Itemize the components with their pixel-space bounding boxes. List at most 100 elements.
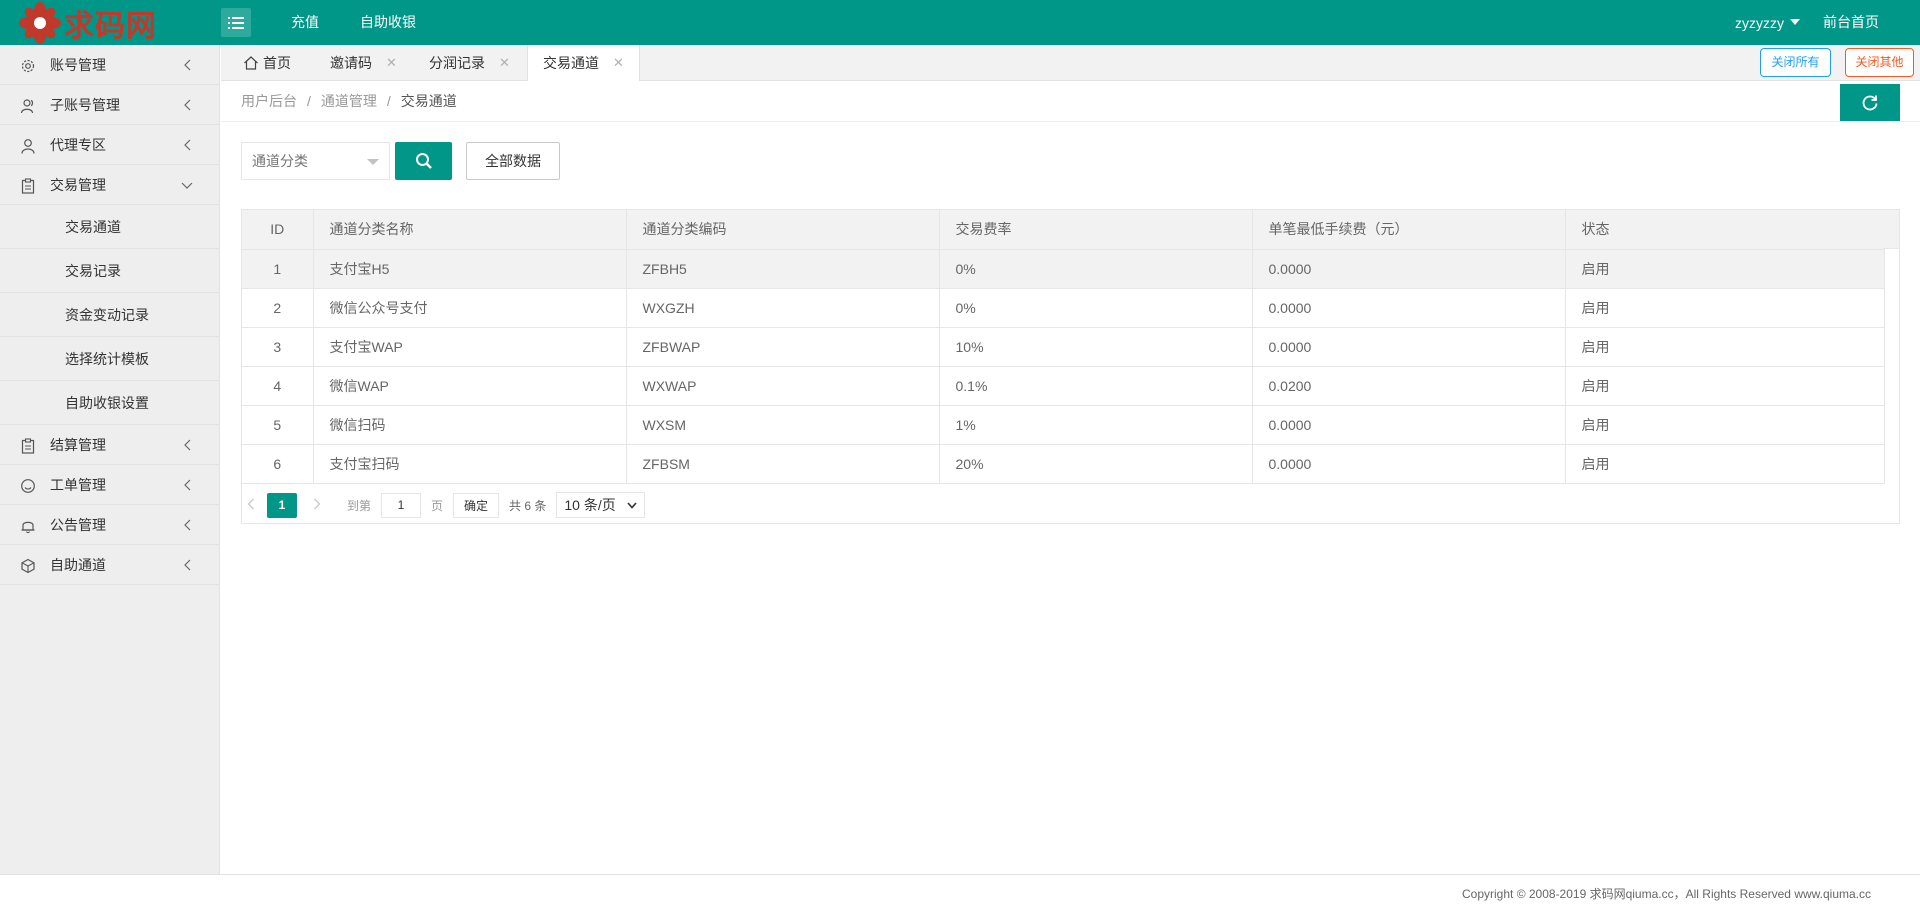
chevron-right-icon [314, 498, 321, 509]
sidebar-item-label: 账号管理 [50, 56, 106, 73]
chevron-left-icon [184, 559, 191, 571]
sidebar-item-notice[interactable]: 公告管理 [0, 505, 219, 545]
column-header[interactable]: 状态 [1565, 210, 1885, 250]
sidebar-subitem-trade-records[interactable]: 交易记录 [0, 249, 219, 293]
tab-profit-records[interactable]: 分润记录 ✕ [429, 45, 510, 81]
table-cell: 1 [242, 249, 314, 289]
copyright-text: Copyright © 2008-2019 求码网qiuma.cc，All Ri… [1462, 887, 1872, 901]
logo[interactable]: 求码网 [18, 0, 157, 45]
close-other-tabs-button[interactable]: 关闭其他 [1845, 48, 1914, 77]
table-cell: 微信公众号支付 [313, 288, 627, 328]
channel-category-select[interactable]: 通道分类 [241, 142, 390, 180]
close-all-tabs-button[interactable]: 关闭所有 [1760, 48, 1831, 77]
close-icon[interactable]: ✕ [499, 45, 510, 81]
caret-down-icon [367, 159, 379, 165]
refresh-icon [1862, 95, 1878, 110]
table-cell: 0.0000 [1252, 405, 1566, 445]
close-icon[interactable]: ✕ [613, 45, 624, 81]
tab-invite-code[interactable]: 邀请码 ✕ [330, 45, 397, 81]
user-menu[interactable]: zyzyzzy [1735, 0, 1800, 45]
table-row[interactable]: 5 微信扫码 WXSM 1% 0.0000 启用 [242, 405, 1885, 445]
menu-toggle-button[interactable] [221, 8, 251, 37]
table-cell: 支付宝扫码 [313, 444, 627, 484]
self-cashier-link[interactable]: 自助收银 [360, 0, 416, 45]
next-page-button[interactable] [307, 498, 327, 513]
sidebar-item-account[interactable]: 账号管理 [0, 45, 219, 85]
page-size-select[interactable]: 10 条/页 [556, 492, 646, 518]
column-header[interactable]: 单笔最低手续费（元） [1252, 210, 1566, 250]
top-header: 求码网 充值 自助收银 zyzyzzy 前台首页 [0, 0, 1920, 45]
select-placeholder: 通道分类 [252, 153, 308, 169]
table-cell: 0% [939, 249, 1253, 289]
tab-label: 分润记录 [429, 55, 485, 71]
page-number-current[interactable]: 1 [267, 492, 297, 518]
sidebar-subitem-fund-changes[interactable]: 资金变动记录 [0, 293, 219, 337]
logo-flower-icon [18, 1, 62, 45]
total-count: 共 6 条 [509, 498, 547, 513]
sidebar-subitem-trade-channel[interactable]: 交易通道 [0, 205, 219, 249]
cube-icon [21, 558, 35, 574]
search-button[interactable] [395, 142, 452, 180]
breadcrumb-item[interactable]: 通道管理 [321, 91, 377, 111]
gear-icon [21, 59, 35, 73]
table-row[interactable]: 2 微信公众号支付 WXGZH 0% 0.0000 启用 [242, 288, 1885, 328]
goto-page-input[interactable]: 1 [381, 492, 422, 518]
table-cell: WXWAP [626, 366, 940, 406]
all-data-button[interactable]: 全部数据 [466, 142, 560, 180]
table-cell: ZFBSM [626, 444, 940, 484]
sidebar-item-label: 交易管理 [50, 176, 106, 193]
home-icon [244, 56, 258, 70]
tab-label: 邀请码 [330, 55, 372, 71]
goto-label: 到第 [347, 498, 372, 513]
sidebar-subitem-stat-template[interactable]: 选择统计模板 [0, 337, 219, 381]
front-home-link[interactable]: 前台首页 [1823, 0, 1879, 45]
table-cell: 0.0000 [1252, 288, 1566, 328]
sidebar-item-settlement[interactable]: 结算管理 [0, 425, 219, 465]
column-header[interactable]: 通道分类编码 [626, 210, 940, 250]
chevron-down-icon [181, 182, 193, 189]
table-cell: 0% [939, 288, 1253, 328]
caret-down-icon [1790, 18, 1800, 25]
table-cell: 微信扫码 [313, 405, 627, 445]
sidebar-item-agent[interactable]: 代理专区 [0, 125, 219, 165]
recharge-link[interactable]: 充值 [291, 0, 319, 45]
column-header[interactable]: ID [242, 210, 314, 250]
sidebar-item-trade[interactable]: 交易管理 [0, 165, 219, 205]
table-cell: 启用 [1565, 444, 1885, 484]
sidebar-item-label: 公告管理 [50, 516, 106, 533]
sidebar-subitem-cashier-settings[interactable]: 自助收银设置 [0, 381, 219, 425]
table-cell: 微信WAP [313, 366, 627, 406]
tab-trade-channel[interactable]: 交易通道 ✕ [527, 45, 640, 81]
close-icon[interactable]: ✕ [386, 45, 397, 81]
table-cell: 0.0000 [1252, 249, 1566, 289]
table-row[interactable]: 4 微信WAP WXWAP 0.1% 0.0200 启用 [242, 366, 1885, 406]
table-cell: ZFBWAP [626, 327, 940, 367]
table-row[interactable]: 6 支付宝扫码 ZFBSM 20% 0.0000 启用 [242, 444, 1885, 484]
table-cell: 启用 [1565, 327, 1885, 367]
page-size-value: 10 条/页 [564, 497, 616, 513]
sidebar-item-self-channel[interactable]: 自助通道 [0, 545, 219, 585]
chevron-left-icon [184, 519, 191, 531]
table-cell: 支付宝H5 [313, 249, 627, 289]
username: zyzyzzy [1735, 14, 1784, 31]
logo-text: 求码网 [64, 8, 157, 44]
table-cell: 4 [242, 366, 314, 406]
table-row[interactable]: 1 支付宝H5 ZFBH5 0% 0.0000 启用 [242, 249, 1885, 289]
prev-page-button[interactable] [241, 498, 261, 513]
chevron-down-icon [627, 502, 637, 509]
table-cell: 3 [242, 327, 314, 367]
column-header[interactable]: 通道分类名称 [313, 210, 627, 250]
smile-icon [21, 479, 35, 493]
table-row[interactable]: 3 支付宝WAP ZFBWAP 10% 0.0000 启用 [242, 327, 1885, 367]
sidebar-item-label: 子账号管理 [50, 96, 120, 113]
goto-confirm-button[interactable]: 确定 [453, 492, 500, 518]
tab-home[interactable]: 首页 [243, 45, 291, 81]
sidebar-item-ticket[interactable]: 工单管理 [0, 465, 219, 505]
breadcrumb-item[interactable]: 用户后台 [241, 91, 297, 111]
refresh-button[interactable] [1840, 84, 1900, 121]
sidebar-item-label: 自助通道 [50, 556, 106, 573]
breadcrumb-divider [221, 121, 1920, 122]
column-header[interactable]: 交易费率 [939, 210, 1253, 250]
clipboard-icon [21, 438, 35, 454]
sidebar-item-subaccount[interactable]: 子账号管理 [0, 85, 219, 125]
